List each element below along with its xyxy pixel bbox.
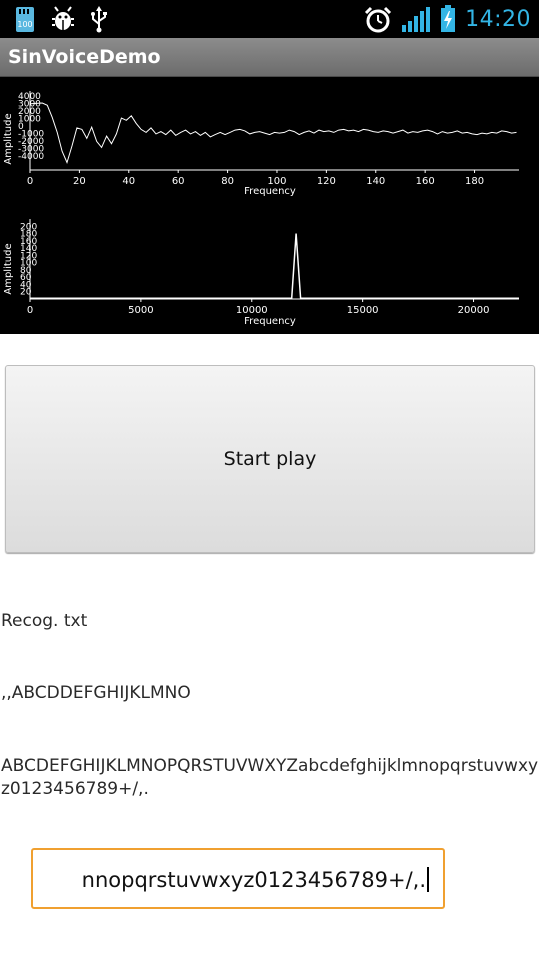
x-tick-label: 20000 [458, 305, 490, 316]
x-tick-label: 120 [317, 176, 336, 187]
spectrum-series-line [30, 233, 519, 300]
spectrum-graphs: Amplitude Frequency 0 20 40 60 80 100 120 140 16… [0, 77, 539, 334]
status-bar: 100 14:20 [0, 0, 539, 38]
waveform-x-axis-label: Frequency [244, 186, 296, 197]
start-play-button[interactable]: Start play [5, 365, 535, 553]
spectrum-chart: Amplitude Frequency 0 5000 10000 15000 20000… [3, 219, 519, 327]
text-cursor [427, 867, 429, 892]
x-tick-label: 20 [73, 176, 86, 187]
x-tick-label: 5000 [128, 305, 153, 316]
spectrum-y-ticks: 20406080100120140160180200 [20, 222, 37, 297]
y-tick-label: 200 [20, 222, 37, 232]
message-input-text: nnopqrstuvwxyz0123456789+/,. [81, 868, 426, 892]
x-tick-label: 80 [221, 176, 234, 187]
waveform-x-ticks: 0 20 40 60 80 100 120 140 160 180 [27, 170, 484, 187]
spectrum-x-ticks: 0 5000 10000 15000 20000 [27, 299, 490, 316]
system-icons: 14:20 [364, 4, 531, 34]
spectrum-x-axis-label: Frequency [244, 316, 296, 327]
source-text: ABCDEFGHIJKLMNOPQRSTUVWXYZabcdefghijklmn… [1, 756, 539, 799]
alarm-clock-icon [364, 6, 392, 33]
android-debug-icon [50, 6, 76, 32]
start-play-button-label: Start play [223, 448, 317, 470]
app-title: SinVoiceDemo [8, 46, 161, 68]
action-bar: SinVoiceDemo [0, 38, 539, 77]
battery-charging-icon [440, 5, 456, 33]
x-tick-label: 0 [27, 305, 33, 316]
recog-label: Recog. txt [1, 611, 88, 631]
notification-icons: 100 [14, 5, 108, 33]
clock: 14:20 [465, 6, 531, 32]
graphs-svg: Amplitude Frequency 0 20 40 60 80 100 120 140 16… [3, 91, 519, 327]
x-tick-label: 180 [465, 176, 484, 187]
x-tick-label: 40 [122, 176, 135, 187]
x-tick-label: 140 [366, 176, 385, 187]
signal-strength-icon [401, 6, 431, 33]
waveform-series-line [29, 102, 517, 164]
spectrum-y-axis-label: Amplitude [3, 243, 14, 294]
x-tick-label: 160 [416, 176, 435, 187]
x-tick-label: 100 [267, 176, 286, 187]
x-tick-label: 60 [172, 176, 185, 187]
message-input-value[interactable]: nnopqrstuvwxyz0123456789+/,. [82, 867, 429, 892]
waveform-chart: Amplitude Frequency 0 20 40 60 80 100 120 140 16… [3, 91, 519, 197]
y-tick-label: -4000 [18, 152, 44, 162]
message-input[interactable]: nnopqrstuvwxyz0123456789+/,. [31, 848, 445, 909]
x-tick-label: 0 [27, 176, 33, 187]
battery-badge: 100 [17, 20, 32, 29]
waveform-y-ticks: 40003000200010000-1000-2000-3000-4000 [18, 92, 44, 162]
sd-card-icon: 100 [14, 6, 36, 33]
x-tick-label: 10000 [236, 305, 268, 316]
recog-result-text: ,,ABCDDEFGHIJKLMNO [1, 683, 191, 703]
x-tick-label: 15000 [347, 305, 379, 316]
waveform-y-axis-label: Amplitude [3, 113, 14, 164]
usb-icon [90, 5, 108, 33]
